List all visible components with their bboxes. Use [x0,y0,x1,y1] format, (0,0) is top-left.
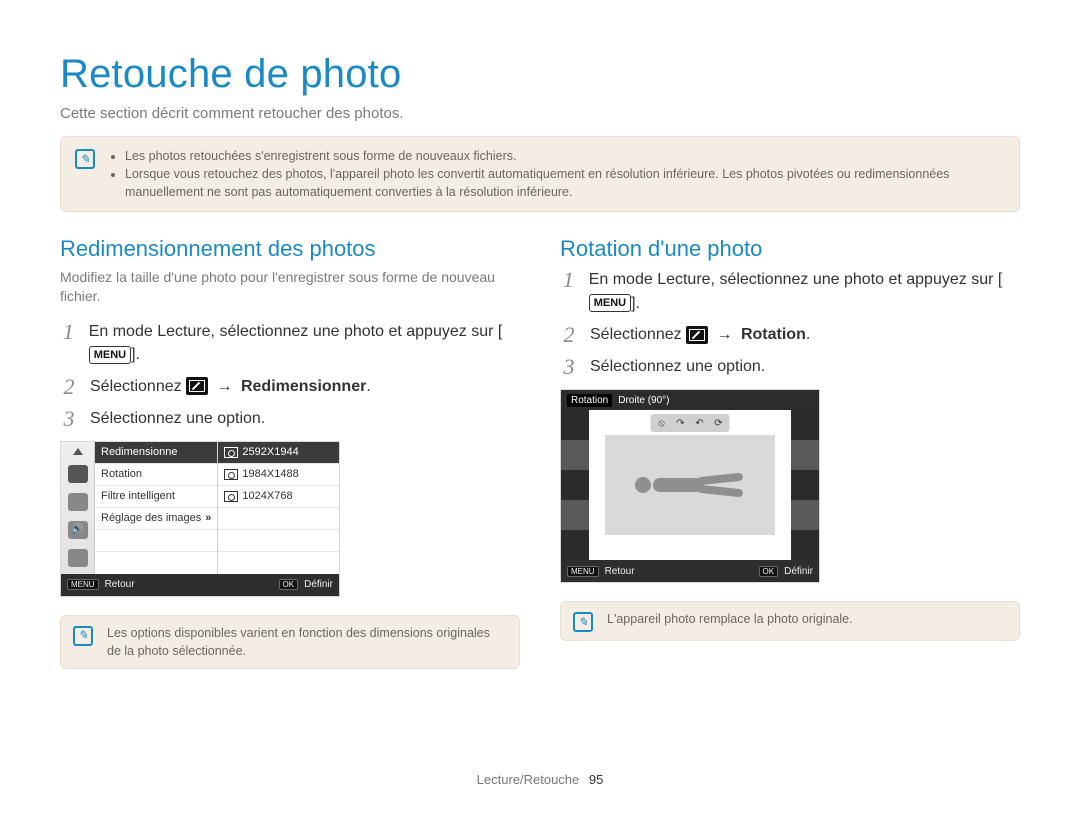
menu-item: Réglage des images » [95,508,217,530]
step-number: 3 [60,407,78,431]
menu-chip: MENU [567,566,599,577]
step-text: ]. [131,346,140,363]
step: 1 En mode Lecture, sélectionnez une phot… [60,320,520,366]
footer-back-label: Retour [105,579,135,590]
step-number: 1 [560,268,577,314]
step-text: En mode Lecture, sélectionnez une photo … [589,271,1003,288]
arrow-right-icon: → [717,326,733,343]
rotate-180-icon: ⟳ [711,416,727,430]
menu-list-right: 2592X1944 1984X1488 1024X768 [218,442,339,574]
step-number: 3 [560,355,578,379]
page-title: Retouche de photo [60,52,1020,97]
step-text: Sélectionnez [90,378,186,395]
preview-area: ⦸ ↷ ↶ ⟳ [561,410,819,560]
step-number: 2 [60,375,78,399]
footer-page-number: 95 [589,772,603,787]
camera-topbar: Rotation Droite (90°) [561,390,819,410]
edit-icon [186,377,208,395]
step-target: Rotation [741,326,806,343]
photo-size-icon [224,447,238,458]
step-number: 2 [560,323,578,347]
share-icon [68,493,88,511]
page-footer: Lecture/Retouche 95 [0,772,1080,787]
left-foot-note: ✎ Les options disponibles varient en fon… [60,615,520,669]
footer-back-label: Retour [605,566,635,577]
note-icon: ✎ [573,612,593,632]
step-text: . [366,378,370,395]
step-text: En mode Lecture, sélectionnez une photo … [89,323,503,340]
person-silhouette-icon [635,467,745,503]
footer-section: Lecture/Retouche [477,772,580,787]
step: 1 En mode Lecture, sélectionnez une phot… [560,268,1020,314]
checker-pattern [561,410,589,560]
top-note: ✎ Les photos retouchées s'enregistrent s… [60,136,1020,212]
camera-rotation-screenshot: Rotation Droite (90°) ⦸ ↷ ↶ ⟳ [560,389,820,583]
menu-button-chip: MENU [89,346,131,364]
section-heading: Rotation d'une photo [560,236,1020,262]
ok-chip: OK [759,566,779,577]
topbar-mode: Rotation [567,394,612,407]
camera-sidebar: 🔊 [61,442,95,574]
photo-size-icon [224,491,238,502]
menu-item: Filtre intelligent [95,486,217,508]
step-text: Sélectionnez [590,326,686,343]
menu-chip: MENU [67,579,99,590]
section-heading: Redimensionnement des photos [60,236,520,262]
step-text: . [806,326,810,343]
menu-item: 2592X1944 [218,442,339,464]
section-lead: Modifiez la taille d'une photo pour l'en… [60,268,520,306]
step-text: ]. [631,295,640,312]
rotate-left-icon: ↶ [692,416,708,430]
camera-menu-screenshot: 🔊 Redimensionne Rotation Filtre intellig… [60,441,340,597]
note-text: Les options disponibles varient en fonct… [107,624,507,660]
section-rotate: Rotation d'une photo 1 En mode Lecture, … [560,236,1020,669]
rotate-right-icon: ↷ [673,416,689,430]
menu-button-chip: MENU [589,294,631,312]
display-icon [68,549,88,567]
step: 3 Sélectionnez une option. [560,355,1020,379]
step: 2 Sélectionnez → Rotation. [560,323,1020,347]
right-foot-note: ✎ L'appareil photo remplace la photo ori… [560,601,1020,641]
edit-icon [686,326,708,344]
menu-item: Redimensionne [95,442,217,464]
chevron-right-icon: » [205,512,211,524]
rotate-off-icon: ⦸ [654,416,670,430]
camera-footer: MENU Retour OK Définir [561,560,819,582]
menu-item: 1024X768 [218,486,339,508]
section-resize: Redimensionnement des photos Modifiez la… [60,236,520,669]
camera-footer: MENU Retour OK Définir [61,574,339,596]
note-text: L'appareil photo remplace la photo origi… [607,610,853,628]
step-number: 1 [60,320,77,366]
step: 3 Sélectionnez une option. [60,407,520,431]
rotation-options-row: ⦸ ↷ ↶ ⟳ [651,414,730,432]
chevron-up-icon [73,448,83,455]
menu-list-left: Redimensionne Rotation Filtre intelligen… [95,442,218,574]
ok-chip: OK [279,579,299,590]
footer-ok-label: Définir [784,566,813,577]
edit-icon [68,465,88,483]
step-text: Sélectionnez une option. [90,407,265,431]
photo-size-icon [224,469,238,480]
page-subtitle: Cette section décrit comment retoucher d… [60,105,1020,122]
sound-icon: 🔊 [68,521,88,539]
arrow-right-icon: → [217,378,233,395]
note-bullet: Lorsque vous retouchez des photos, l'app… [125,165,1005,201]
note-bullet: Les photos retouchées s'enregistrent sou… [125,147,1005,165]
menu-item: Rotation [95,464,217,486]
footer-ok-label: Définir [304,579,333,590]
photo-preview [605,435,775,535]
checker-pattern [791,410,819,560]
menu-item: 1984X1488 [218,464,339,486]
step-target: Redimensionner [241,378,366,395]
step-text: Sélectionnez une option. [590,355,765,379]
note-icon: ✎ [73,626,93,646]
topbar-value: Droite (90°) [618,395,669,406]
step: 2 Sélectionnez → Redimensionner. [60,375,520,399]
note-icon: ✎ [75,149,95,169]
